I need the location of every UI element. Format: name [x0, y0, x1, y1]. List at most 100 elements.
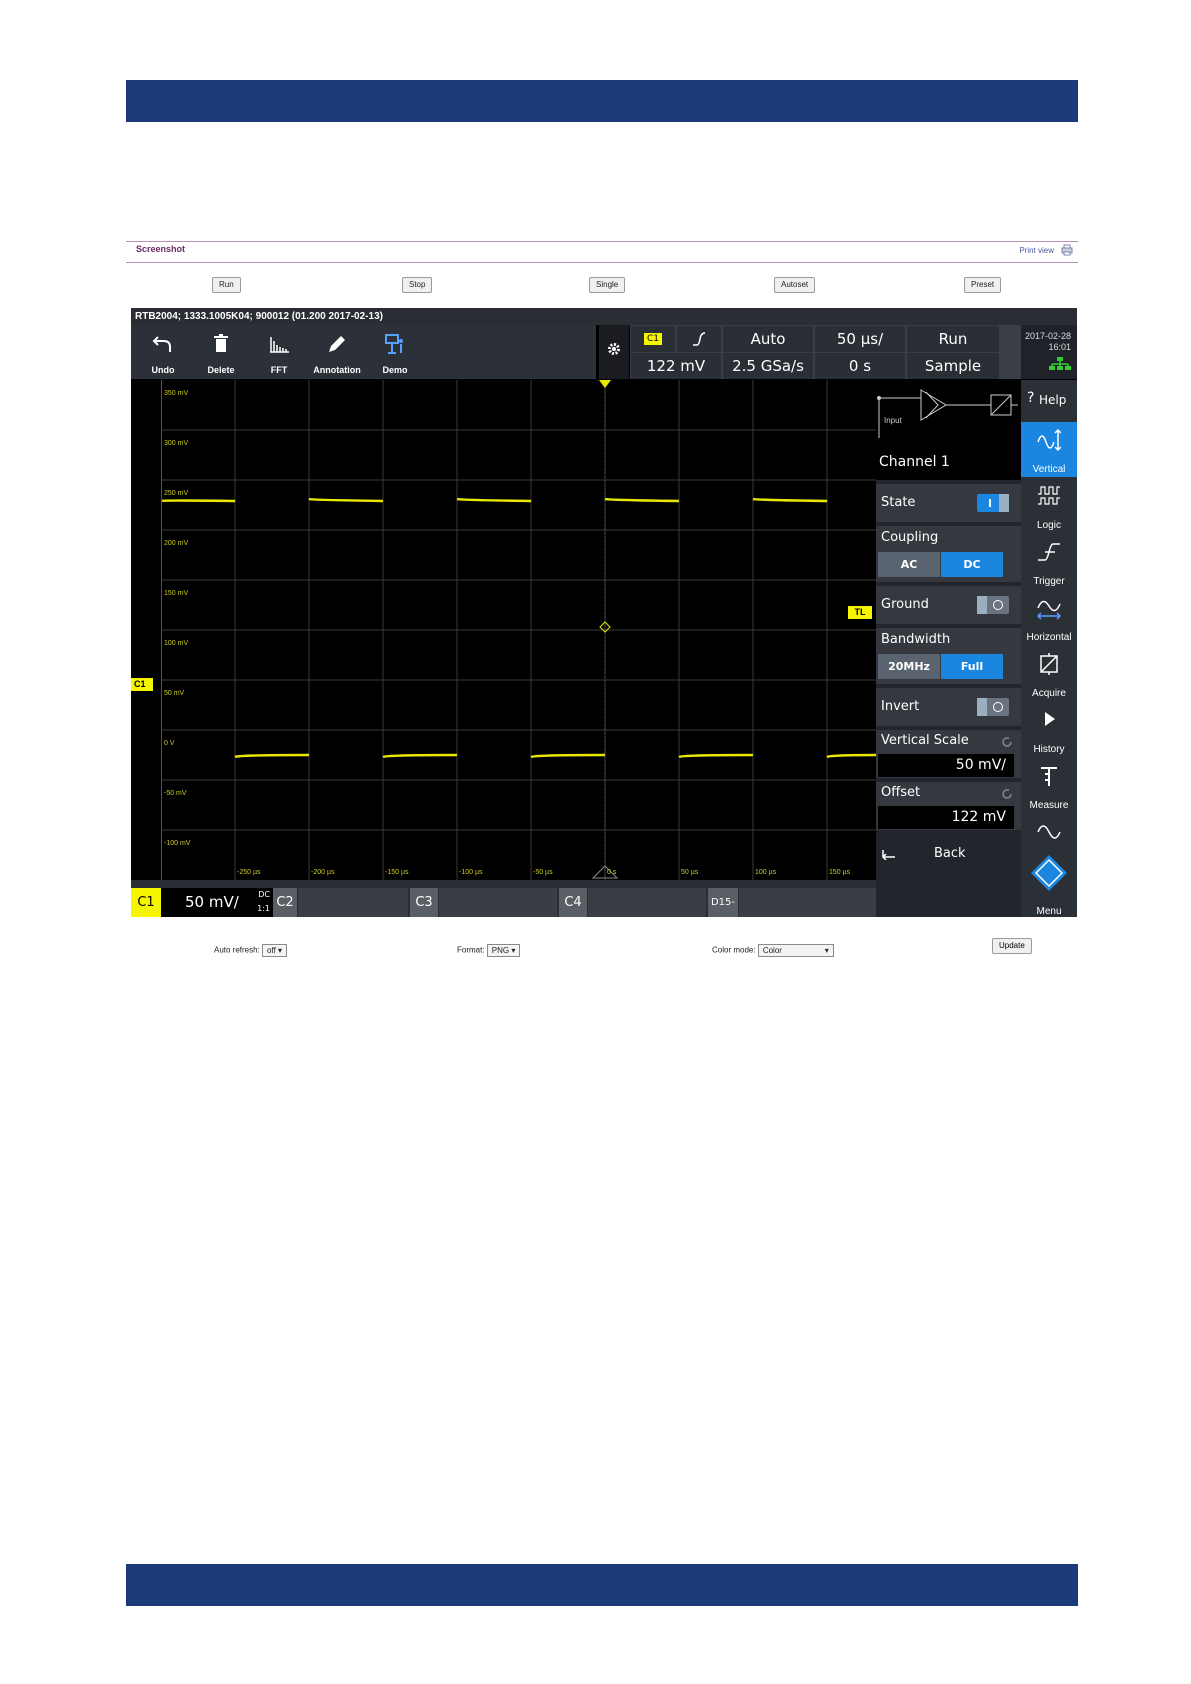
ground-toggle[interactable] [977, 596, 1009, 614]
ground-row[interactable]: Ground [876, 586, 1021, 624]
reset-offset-icon[interactable] [1001, 788, 1013, 800]
trigger-label: Trigger [1033, 576, 1065, 587]
menu-logic[interactable]: Logic [1021, 478, 1077, 533]
c2-channel-tab[interactable]: C2 [273, 888, 297, 917]
gear-icon [608, 343, 620, 355]
menu-acquire[interactable]: Acquire [1021, 646, 1077, 701]
toolbar: Undo Delete FFT Annotation Demo [131, 325, 596, 379]
demo-button[interactable]: Demo [367, 329, 423, 377]
help-button[interactable]: ? Help [1021, 380, 1077, 420]
scope-title: RTB2004; 1333.1005K04; 900012 (01.200 20… [131, 308, 1077, 325]
trigger-icon [1038, 543, 1060, 561]
auto-refresh-control: Auto refresh: off ▾ [214, 944, 288, 957]
autoset-button[interactable]: Autoset [774, 277, 816, 293]
c1-channel-info[interactable]: 50 mV/ DC 1:1 [161, 888, 273, 917]
time-offset[interactable]: 0 s [815, 353, 905, 379]
trigger-edge[interactable] [677, 326, 721, 352]
c1-channel-tab[interactable]: C1 [131, 888, 161, 917]
update-button[interactable]: Update [992, 938, 1032, 954]
trigger-level-marker[interactable]: TL [848, 606, 872, 619]
channel-bar: C1 50 mV/ DC 1:1 C2 C3 C4 D15-8 [131, 880, 876, 917]
invert-row[interactable]: Invert [876, 688, 1021, 726]
c3-channel-tab[interactable]: C3 [410, 888, 438, 917]
run-button[interactable]: Run [212, 277, 241, 293]
block-diagram-icon [877, 389, 1018, 438]
footer-band [126, 1564, 1078, 1606]
trigger-source[interactable]: C1 [631, 326, 675, 352]
c1-probe-ratio: 1:1 [257, 904, 270, 913]
bandwidth-full-button[interactable]: Full [941, 654, 1003, 679]
menu-trigger[interactable]: Trigger [1021, 534, 1077, 589]
color-mode-select[interactable]: Color ▾ [757, 944, 834, 957]
trigger-mode[interactable]: Auto [723, 326, 813, 352]
offset-label: Offset [881, 785, 921, 800]
digital-channel-info[interactable] [739, 888, 876, 917]
state-label: State [881, 495, 916, 510]
c1-offset-marker[interactable]: C1 [131, 678, 153, 691]
stop-button[interactable]: Stop [402, 277, 433, 293]
grid-left-margin [131, 380, 161, 880]
c1-scale: 50 mV/ [185, 893, 239, 911]
undo-button[interactable]: Undo [135, 329, 191, 377]
vertical-scale-value[interactable]: 50 mV/ [878, 754, 1014, 777]
back-icon [882, 850, 895, 860]
printer-icon[interactable] [1060, 244, 1074, 256]
waveform-svg [162, 380, 877, 880]
menu-vertical[interactable]: Vertical [1021, 422, 1077, 477]
reset-vertical-scale-icon[interactable] [1001, 736, 1013, 748]
fft-button[interactable]: FFT [251, 329, 307, 377]
time-scale[interactable]: 50 µs/ [815, 326, 905, 352]
y-label-150: 150 mV [164, 590, 189, 597]
bandwidth-20mhz-button[interactable]: 20MHz [878, 654, 940, 679]
screenshot-title: Screenshot [136, 244, 186, 254]
vertical-scale-label: Vertical Scale [881, 733, 969, 748]
bandwidth-row: Bandwidth 20MHz Full [876, 628, 1021, 684]
c4-channel-tab[interactable]: C4 [559, 888, 587, 917]
fft-label: FFT [270, 365, 288, 375]
c4-channel-info[interactable] [588, 888, 706, 917]
screenshot-header: Screenshot Print view [126, 241, 1078, 263]
measure-label: Measure [1029, 800, 1069, 811]
sample-rate[interactable]: 2.5 GSa/s [723, 353, 813, 379]
trigger-level[interactable]: 122 mV [631, 353, 721, 379]
x-label-150: 150 µs [829, 869, 851, 876]
state-row[interactable]: State [876, 484, 1021, 522]
history-label: History [1033, 744, 1065, 755]
invert-toggle[interactable] [977, 698, 1009, 716]
delete-label: Delete [207, 365, 235, 375]
print-view-link[interactable]: Print view [1019, 246, 1054, 255]
help-label: Help [1039, 393, 1067, 407]
coupling-dc-button[interactable]: DC [941, 552, 1003, 577]
offset-value[interactable]: 122 mV [878, 806, 1014, 829]
annotation-button[interactable]: Annotation [309, 329, 365, 377]
fft-icon [270, 337, 289, 353]
run-state[interactable]: Run [907, 326, 999, 352]
single-button[interactable]: Single [589, 277, 626, 293]
state-toggle[interactable] [977, 494, 1009, 512]
vertical-icon [1037, 428, 1061, 452]
c3-channel-info[interactable] [439, 888, 557, 917]
undo-label: Undo [151, 365, 175, 375]
c2-channel-info[interactable] [298, 888, 408, 917]
preset-button[interactable]: Preset [964, 277, 1002, 293]
acquisition-mode[interactable]: Sample [907, 353, 999, 379]
auto-refresh-select[interactable]: off ▾ [262, 944, 288, 957]
delete-button[interactable]: Delete [193, 329, 249, 377]
bandwidth-label: Bandwidth [881, 632, 951, 647]
waveform-grid[interactable]: 350 mV 300 mV 250 mV 200 mV 150 mV 100 m… [161, 380, 877, 880]
back-button[interactable]: Back [876, 836, 1021, 874]
coupling-ac-button[interactable]: AC [878, 552, 940, 577]
history-play-icon [1045, 712, 1055, 726]
menu-button[interactable]: Menu [1021, 814, 1077, 917]
settings-button[interactable] [599, 325, 629, 379]
input-label: Input [884, 416, 902, 425]
menu-measure[interactable]: Measure [1021, 758, 1077, 813]
coupling-row: Coupling AC DC [876, 526, 1021, 582]
menu-history[interactable]: History [1021, 702, 1077, 757]
annotation-label: Annotation [313, 365, 361, 375]
format-select[interactable]: PNG ▾ [486, 944, 521, 957]
horizontal-icon [1037, 600, 1061, 620]
digital-channel-tab[interactable]: D15-8 [708, 888, 738, 917]
menu-horizontal[interactable]: Horizontal [1021, 590, 1077, 645]
invert-label: Invert [881, 699, 920, 714]
